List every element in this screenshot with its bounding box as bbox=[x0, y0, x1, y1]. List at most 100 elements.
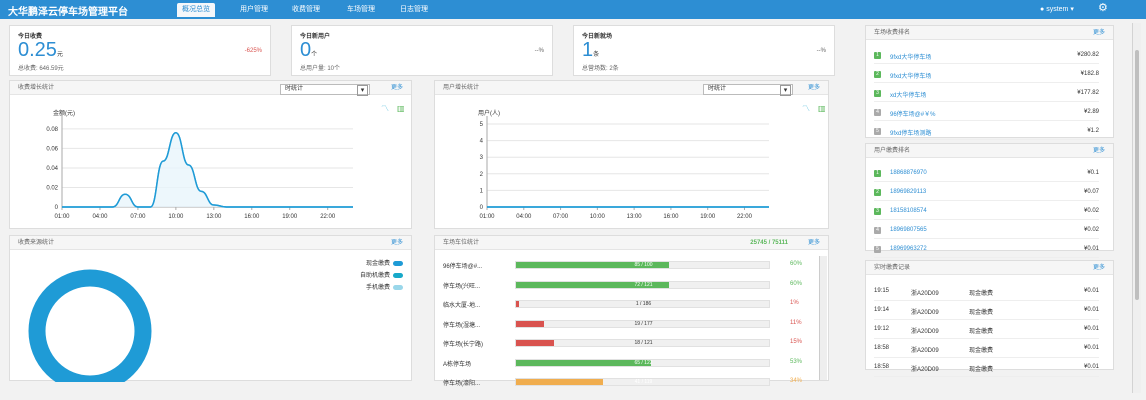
record-time: 18:58 bbox=[874, 345, 890, 351]
panel-title: 车场收费排名 bbox=[874, 30, 911, 36]
more-link[interactable]: 更多 bbox=[1093, 26, 1105, 40]
ranking-value: ¥177.82 bbox=[1077, 90, 1099, 96]
payment-record-row: 18:58 浙A20D09 现金缴费 ¥0.01 bbox=[874, 357, 1099, 377]
time-select[interactable]: 时统计 bbox=[703, 84, 793, 96]
record-amount: ¥0.01 bbox=[1083, 326, 1099, 332]
panel-title: 收费来源统计 bbox=[18, 240, 55, 246]
lot-name: 停车场(长宁路) bbox=[443, 342, 483, 348]
ranking-value: ¥0.02 bbox=[1083, 227, 1099, 233]
more-link[interactable]: 更多 bbox=[808, 236, 820, 250]
series-line bbox=[62, 132, 353, 208]
more-link[interactable]: 更多 bbox=[391, 236, 403, 250]
record-plate: 浙A20D09 bbox=[911, 291, 939, 297]
lot-space-panel: 车场车位统计 更多 25745 / 75111 96停车场@#... 85 / 10… bbox=[434, 235, 829, 387]
lot-usage-percent: 60% bbox=[790, 280, 803, 287]
record-payment-type: 现金缴费 bbox=[969, 348, 994, 354]
record-time: 18:58 bbox=[874, 364, 890, 370]
ranking-name-link[interactable]: 18868876970 bbox=[890, 170, 927, 176]
ranking-name-link[interactable]: 9fxd大华停车场 bbox=[890, 71, 931, 80]
lot-name: 停车场(濠阳... bbox=[443, 381, 480, 387]
ranking-row: 4 18969807565 ¥0.02 bbox=[874, 221, 1099, 239]
lot-usage-percent: 34% bbox=[790, 378, 803, 384]
ranking-name-link[interactable]: 96停车场@#￥% bbox=[890, 109, 935, 118]
lot-usage-label: 41 / 119 bbox=[634, 379, 653, 385]
lot-list-scrollbar[interactable] bbox=[819, 256, 827, 380]
x-tick-label: 10:00 bbox=[168, 214, 184, 220]
more-link[interactable]: 更多 bbox=[808, 81, 820, 95]
user-name: system bbox=[1046, 6, 1069, 13]
gear-icon[interactable]: ⚙ bbox=[1098, 3, 1108, 14]
x-tick-label: 19:00 bbox=[700, 214, 716, 220]
ranking-value: ¥0.01 bbox=[1083, 246, 1099, 252]
lot-usage-label: 72 / 121 bbox=[634, 281, 653, 288]
ranking-name-link[interactable]: 9fxd大华停车场 bbox=[890, 52, 931, 61]
lot-usage-bar: 1 / 186 bbox=[515, 300, 770, 308]
y-tick-label: 1 bbox=[480, 188, 484, 194]
today-revenue-card: 今日收费 0.25元 -625% 总收费: 646.59元 bbox=[9, 25, 271, 76]
page-scrollbar-thumb[interactable] bbox=[1135, 50, 1139, 300]
page-scrollbar[interactable] bbox=[1132, 23, 1141, 393]
x-tick-label: 16:00 bbox=[244, 214, 260, 220]
revenue-source-panel: 收费来源统计 更多 现金缴费 自助机缴费 手机缴费 bbox=[9, 235, 412, 382]
rank-badge: 1 bbox=[874, 52, 881, 59]
rank-badge: 5 bbox=[874, 246, 881, 253]
y-tick-label: 0.04 bbox=[46, 166, 58, 172]
lot-usage-bar: 41 / 119 bbox=[515, 378, 770, 386]
ranking-name-link[interactable]: 18969963272 bbox=[890, 246, 927, 252]
rank-badge: 2 bbox=[874, 189, 881, 196]
record-time: 19:12 bbox=[874, 326, 890, 332]
y-tick-label: 5 bbox=[480, 122, 484, 128]
revenue-growth-panel: 收费增长统计更多 时统计 〽 ▥ 00.020.040.060.08金额(元)0… bbox=[9, 80, 412, 229]
top-nav: 大华鹏泽云停车场管理平台 概况总览 用户管理 收费管理 车场管理 日志管理 ● … bbox=[0, 0, 1146, 19]
ranking-value: ¥0.1 bbox=[1087, 170, 1099, 176]
record-payment-type: 现金缴费 bbox=[969, 310, 994, 316]
ranking-name-link[interactable]: 9fxd停车场测路 bbox=[890, 128, 931, 137]
lot-usage-label: 18 / 121 bbox=[634, 340, 653, 346]
record-amount: ¥0.01 bbox=[1083, 307, 1099, 313]
revenue-source-chart bbox=[28, 269, 152, 382]
lot-usage-percent: 15% bbox=[790, 339, 803, 345]
stat-sub: 总收费: 646.59元 bbox=[18, 66, 64, 72]
rank-badge: 4 bbox=[874, 227, 881, 234]
more-link[interactable]: 更多 bbox=[1093, 261, 1105, 275]
more-link[interactable]: 更多 bbox=[391, 81, 403, 95]
ranking-name-link[interactable]: 18969807565 bbox=[890, 227, 927, 233]
stat-value: 0个 bbox=[300, 39, 318, 61]
lot-summary: 25745 / 75111 bbox=[750, 240, 788, 246]
tab-fee-management[interactable]: 收费管理 bbox=[287, 3, 325, 17]
ranking-name-link[interactable]: 18158108574 bbox=[890, 208, 927, 214]
x-tick-label: 22:00 bbox=[320, 214, 336, 220]
tab-lot-management[interactable]: 车场管理 bbox=[342, 3, 380, 17]
tab-user-management[interactable]: 用户管理 bbox=[235, 3, 273, 17]
donut-slice-0 bbox=[28, 269, 152, 382]
lot-usage-label: 85 / 100 bbox=[634, 262, 653, 268]
tab-overview[interactable]: 概况总览 bbox=[177, 3, 215, 17]
ranking-name-link[interactable]: xd大华停车场 bbox=[890, 90, 926, 99]
lot-usage-percent: 11% bbox=[790, 319, 802, 326]
x-tick-label: 19:00 bbox=[282, 214, 298, 220]
ranking-name-link[interactable]: 18969829113 bbox=[890, 189, 926, 195]
rank-badge: 1 bbox=[874, 170, 881, 177]
x-tick-label: 01:00 bbox=[54, 214, 70, 220]
user-chart: 0 1 2 3 4 5 用户(人) 01:00 04:00 07:00 10:00 13:00 16:0… bbox=[478, 109, 769, 220]
x-tick-label: 04:00 bbox=[516, 214, 532, 220]
lot-name: 96停车场@#... bbox=[443, 264, 483, 270]
lot-space-row: 停车场(长宁路) 18 / 121 15% bbox=[443, 335, 818, 352]
ranking-row: 2 18969829113 ¥0.07 bbox=[874, 183, 1099, 201]
record-payment-type: 现金缴费 bbox=[969, 329, 994, 335]
lot-usage-label: 1 / 186 bbox=[635, 301, 652, 307]
ranking-value: ¥280.82 bbox=[1077, 52, 1099, 58]
real-time-payment-panel: 实时缴费记录 更多 19:15 浙A20D09 现金缴费 ¥0.01 19:14 浙… bbox=[865, 260, 1114, 377]
lot-usage-percent: 60% bbox=[790, 261, 803, 267]
lot-name: A栋停车场 bbox=[443, 361, 472, 368]
tab-log-management[interactable]: 日志管理 bbox=[395, 3, 433, 17]
more-link[interactable]: 更多 bbox=[1093, 144, 1105, 158]
record-payment-type: 现金缴费 bbox=[969, 367, 994, 373]
time-select[interactable]: 时统计 bbox=[280, 84, 370, 96]
stat-value: 1条 bbox=[582, 39, 600, 61]
rank-badge: 3 bbox=[874, 208, 881, 215]
y-tick-label: 0 bbox=[480, 205, 484, 211]
panel-header: 车场车位统计 更多 25745 / 75111 bbox=[435, 236, 828, 250]
lot-usage-bar: 18 / 121 bbox=[515, 339, 770, 347]
user-menu[interactable]: ● system ▾ bbox=[1040, 5, 1074, 13]
